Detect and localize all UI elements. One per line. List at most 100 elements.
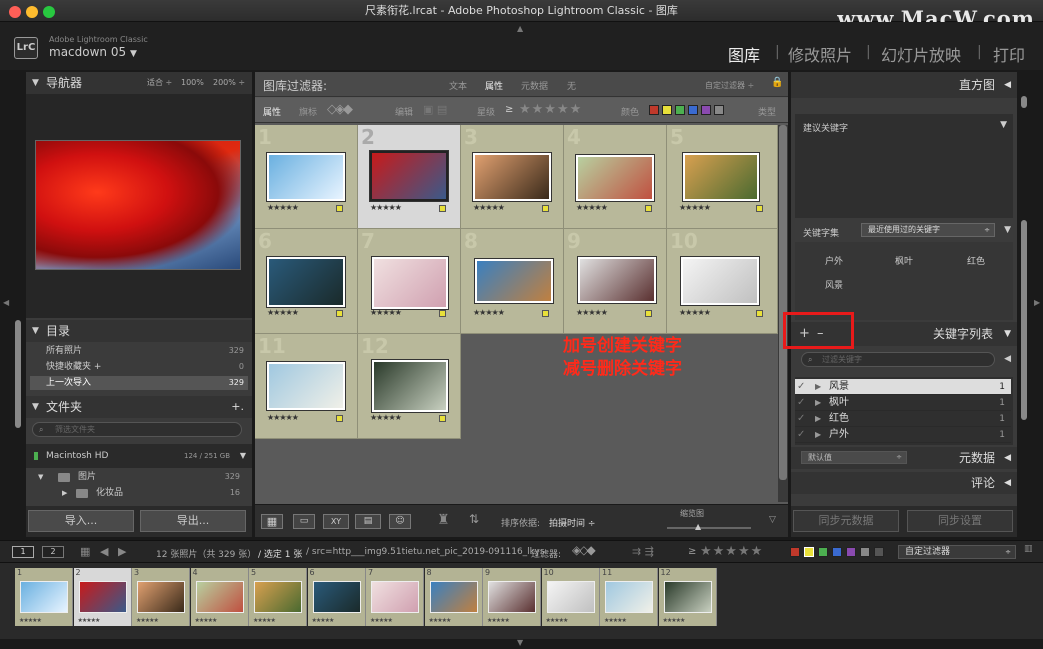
photo-thumbnail[interactable] — [475, 259, 553, 303]
folder-search-input[interactable]: ⌕ 筛选文件夹 — [32, 422, 242, 437]
filter-preset-select[interactable]: 自定过滤器 ÷ — [705, 80, 754, 91]
toolbar-menu-icon[interactable]: ▽ — [769, 515, 776, 525]
filmstrip-cell[interactable]: 6 ★★★★★ — [307, 568, 366, 626]
photo-thumbnail[interactable] — [578, 257, 656, 303]
comments-header[interactable]: 评论 ◀ — [791, 472, 1017, 494]
color-filter-purple[interactable] — [701, 105, 711, 115]
filmstrip-cell[interactable]: 10 ★★★★★ — [541, 568, 600, 626]
star-rating[interactable]: ★★★★★ — [267, 308, 299, 317]
filmstrip-thumbnail[interactable] — [312, 581, 361, 613]
top-panel-toggle-icon[interactable]: ▲ — [517, 24, 523, 33]
filmstrip-thumbnail[interactable] — [371, 581, 419, 613]
filmstrip-cell[interactable]: 12 ★★★★★ — [658, 568, 717, 626]
filmstrip-cell[interactable]: 11 ★★★★★ — [600, 568, 658, 626]
folder-item-cosmetics[interactable]: ▶ 化妆品 16 — [30, 486, 248, 500]
color-filter-red[interactable] — [649, 105, 659, 115]
color-label-badge[interactable] — [336, 310, 343, 317]
photo-thumbnail[interactable] — [372, 360, 448, 412]
star-rating[interactable]: ★★★★★ — [267, 413, 299, 422]
photo-thumbnail[interactable] — [370, 151, 448, 201]
metadata-preset-select[interactable]: 默认值 ÷ — [801, 451, 907, 464]
grid-cell[interactable]: 6 ★★★★★ — [255, 229, 358, 334]
filmstrip-thumbnail[interactable] — [20, 581, 68, 613]
zoom-100-option[interactable]: 100% — [181, 72, 204, 94]
keyword-filter-menu-icon[interactable]: ◀ — [1004, 354, 1011, 364]
color-filter-green[interactable] — [818, 547, 828, 557]
grid-cell[interactable]: 7 ★★★★★ — [358, 229, 461, 334]
expand-triangle-icon[interactable]: ▶ — [815, 411, 821, 427]
color-label-badge[interactable] — [336, 415, 343, 422]
thumbnail-size-slider[interactable] — [667, 527, 751, 529]
module-print[interactable]: 打印 — [993, 42, 1025, 66]
painter-icon[interactable]: ♜ — [437, 512, 450, 528]
folder-item-pictures[interactable]: ▼ 图片 329 — [30, 470, 248, 484]
grid-cell[interactable]: 3 ★★★★★ — [461, 125, 564, 229]
rating-operator[interactable]: ≥ — [505, 104, 513, 115]
color-filter-gray[interactable] — [714, 105, 724, 115]
color-filter-yellow[interactable] — [804, 547, 814, 557]
folders-header[interactable]: ▼ 文件夹 +. — [26, 396, 252, 418]
export-button[interactable]: 导出... — [140, 510, 246, 532]
catalog-header[interactable]: ▼ 目录 — [26, 320, 252, 342]
grid-cell[interactable]: 10 ★★★★★ — [667, 229, 778, 334]
filmstrip-cell[interactable]: 9 ★★★★★ — [483, 568, 541, 626]
filmstrip-thumbnail[interactable] — [663, 581, 712, 613]
catalog-item-all-photos[interactable]: 所有照片 329 — [30, 344, 248, 358]
filter-tab-none[interactable]: 无 — [567, 79, 576, 92]
add-folder-button[interactable]: +. — [231, 396, 244, 418]
keyword-row-maple[interactable]: ✓ ▶ 枫叶 1 — [795, 395, 1011, 411]
photo-thumbnail[interactable] — [372, 257, 448, 309]
color-label-badge[interactable] — [645, 310, 652, 317]
filter-tab-attribute[interactable]: 属性 — [485, 79, 503, 92]
grid-cell[interactable]: 9 ★★★★★ — [564, 229, 667, 334]
keyword-row-outdoor[interactable]: ✓ ▶ 户外 1 — [795, 427, 1011, 443]
expand-triangle-icon[interactable]: ▶ — [815, 379, 821, 395]
filmstrip-cell[interactable]: 1 ★★★★★ — [15, 568, 73, 626]
filmstrip-thumbnail[interactable] — [605, 581, 653, 613]
keyword-set-item[interactable]: 红色 — [967, 254, 985, 267]
color-filter-yellow[interactable] — [662, 105, 672, 115]
filmstrip-cell[interactable]: 8 ★★★★★ — [424, 568, 483, 626]
keyword-set-item[interactable]: 户外 — [825, 254, 843, 267]
rating-operator[interactable]: ≥ — [688, 546, 696, 557]
right-panel-toggle-icon[interactable]: ▶ — [1034, 298, 1040, 307]
star-rating[interactable]: ★★★★★ — [370, 413, 402, 422]
expand-triangle-icon[interactable]: ▶ — [62, 486, 67, 500]
color-label-badge[interactable] — [439, 205, 446, 212]
grid-scrollbar-thumb[interactable] — [779, 125, 787, 480]
star-rating[interactable]: ★★★★★ — [473, 308, 505, 317]
keyword-set-select[interactable]: 最近使用过的关键字 ÷ — [861, 223, 995, 237]
catalog-user[interactable]: macdown 05 ▼ — [49, 45, 137, 59]
star-rating[interactable]: ★★★★★ — [473, 203, 505, 212]
custom-filter-select[interactable]: 自定过滤器 ÷ — [898, 545, 1016, 559]
volume-row[interactable]: Macintosh HD 124 / 251 GB ▼ — [26, 444, 252, 468]
photo-thumbnail[interactable] — [473, 153, 551, 201]
color-label-badge[interactable] — [542, 205, 549, 212]
zoom-200-option[interactable]: 200% ÷ — [213, 72, 245, 94]
filmstrip-thumbnail[interactable] — [195, 581, 244, 613]
color-filter-gray[interactable] — [860, 547, 870, 557]
photo-thumbnail[interactable] — [576, 155, 654, 201]
rating-filter-stars[interactable]: ★★★★★ — [519, 102, 582, 117]
keyword-set-item[interactable]: 风景 — [825, 278, 843, 291]
loupe-view-icon[interactable]: ▭ — [293, 514, 315, 529]
color-filter-blue[interactable] — [688, 105, 698, 115]
left-panel-toggle-icon[interactable]: ◀ — [3, 298, 9, 307]
photo-thumbnail[interactable] — [267, 257, 345, 307]
star-rating[interactable]: ★★★★★ — [370, 203, 402, 212]
chevron-down-icon[interactable]: ▼ — [1000, 120, 1007, 130]
expand-triangle-icon[interactable]: ▼ — [38, 470, 43, 484]
keyword-row-red[interactable]: ✓ ▶ 红色 1 — [795, 411, 1011, 427]
photo-thumbnail[interactable] — [683, 153, 759, 201]
filter-tab-metadata[interactable]: 元数据 — [521, 79, 548, 92]
catalog-item-previous-import[interactable]: 上一次导入 329 — [30, 376, 248, 390]
color-filter-green[interactable] — [675, 105, 685, 115]
keyword-search-input[interactable]: ⌕ 过滤关键字 — [801, 352, 995, 367]
sort-select[interactable]: 拍摄时间 ÷ — [549, 516, 595, 529]
module-library[interactable]: 图库 — [728, 42, 760, 66]
right-panel-scrollbar[interactable] — [1021, 220, 1027, 420]
star-rating[interactable]: ★★★★★ — [576, 203, 608, 212]
grid-cell[interactable]: 12 ★★★★★ — [358, 334, 461, 439]
edit-filter-icons[interactable]: ⇉ ⇶ — [632, 545, 654, 558]
color-filter-blue[interactable] — [832, 547, 842, 557]
